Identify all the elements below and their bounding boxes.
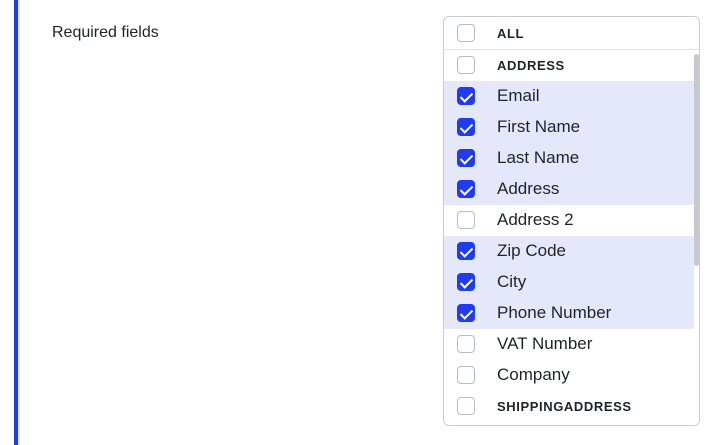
checklist-item-label: Company xyxy=(497,365,570,385)
checklist-item-shippingaddress-group[interactable]: SHIPPINGADDRESS xyxy=(444,391,694,422)
checklist-item-label: Last Name xyxy=(497,148,580,168)
checklist-item-address[interactable]: Address xyxy=(444,174,694,205)
checklist-scroll-area[interactable]: ADDRESS Email First Name Last Name Addre… xyxy=(444,50,699,425)
checklist-item-vat-number[interactable]: VAT Number xyxy=(444,329,694,360)
checklist-item-company[interactable]: Company xyxy=(444,360,694,391)
checkbox[interactable] xyxy=(457,56,475,75)
scrollbar-thumb[interactable] xyxy=(694,54,699,266)
checklist-item-label: Phone Number xyxy=(497,303,612,323)
checkbox[interactable] xyxy=(457,397,475,416)
required-fields-checklist: ALL ADDRESS Email First Name Last Name A… xyxy=(443,16,700,426)
checklist-item-address-2[interactable]: Address 2 xyxy=(444,205,694,236)
checkbox[interactable] xyxy=(457,180,475,199)
checklist-item-label: Address xyxy=(497,179,560,199)
checklist-item-label: Email xyxy=(497,86,540,106)
checklist-item-zip-code[interactable]: Zip Code xyxy=(444,236,694,267)
checklist-item-last-name[interactable]: Last Name xyxy=(444,143,694,174)
checklist-item-label: City xyxy=(497,272,527,292)
checkbox[interactable] xyxy=(457,149,475,168)
checklist-item-phone-number[interactable]: Phone Number xyxy=(444,298,694,329)
checkbox[interactable] xyxy=(457,304,475,323)
select-all-label: ALL xyxy=(497,25,525,41)
checkbox[interactable] xyxy=(457,211,475,230)
checklist-item-label: ADDRESS xyxy=(497,57,565,73)
checklist-item-label: SHIPPINGADDRESS xyxy=(497,398,632,414)
checklist-scrollbar[interactable] xyxy=(694,50,699,425)
checklist-item-label: First Name xyxy=(497,117,581,137)
checkbox[interactable] xyxy=(457,335,475,354)
required-fields-label: Required fields xyxy=(52,24,159,41)
checklist-item-label: Address 2 xyxy=(497,210,574,230)
checkbox[interactable] xyxy=(457,87,475,106)
checkbox[interactable] xyxy=(457,242,475,261)
checklist-item-address-group[interactable]: ADDRESS xyxy=(444,50,694,81)
checklist-item-email[interactable]: Email xyxy=(444,81,694,112)
checkbox[interactable] xyxy=(457,366,475,385)
checklist-item-label: Zip Code xyxy=(497,241,566,261)
checkbox[interactable] xyxy=(457,118,475,137)
checkbox[interactable] xyxy=(457,273,475,292)
checklist-item-first-name[interactable]: First Name xyxy=(444,112,694,143)
checklist-item-city[interactable]: City xyxy=(444,267,694,298)
settings-page: Required fields ALL ADDRESS Email First … xyxy=(0,0,718,445)
select-all-row[interactable]: ALL xyxy=(444,17,699,50)
checklist-item-label: VAT Number xyxy=(497,334,593,354)
select-all-checkbox[interactable] xyxy=(457,24,475,43)
left-accent-shadow xyxy=(18,0,20,445)
